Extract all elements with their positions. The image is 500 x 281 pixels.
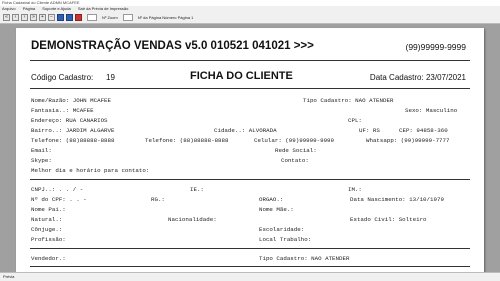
status-text: Prévia <box>3 274 15 279</box>
field-skype: Skype: <box>31 157 52 164</box>
field-cpf: Nº do CPF: . . - <box>31 196 87 203</box>
zoom-input[interactable] <box>87 14 97 21</box>
window-title: Ficha Cadastral do Cliente ADMN MCAFEE <box>2 0 80 5</box>
field-whatsapp: Whatsapp: (99)99999-7777 <box>366 137 450 144</box>
field-ie: IE.: <box>190 186 204 193</box>
field-uf: UF: RS <box>359 127 380 134</box>
menu-item-suporte[interactable]: Suporte e Ajuda <box>42 6 70 11</box>
field-cep: CEP: 94858-360 <box>399 127 448 134</box>
field-tipo: Tipo Cadastro: NAO ATENDER <box>303 97 394 104</box>
field-im: IM.: <box>348 186 362 193</box>
divider <box>30 248 470 249</box>
next-page-icon[interactable]: › <box>21 14 28 21</box>
last-page-icon[interactable]: » <box>30 14 37 21</box>
menu-item-pagina[interactable]: Página <box>23 6 35 11</box>
code-label: Código Cadastro: <box>31 73 94 82</box>
field-celular: Celular: (99)99999-9999 <box>254 137 335 144</box>
preview-viewport[interactable]: DEMONSTRAÇÃO VENDAS v5.0 010521 041021 >… <box>0 24 500 272</box>
field-rg: RG.: <box>151 196 165 203</box>
field-endereco: Endereço: RUA CANARIOS <box>31 117 108 124</box>
field-cidade: Cidade..: ALVORADA <box>214 127 277 134</box>
field-natural: Natural.: <box>31 216 63 223</box>
zoom-out-icon[interactable]: − <box>48 14 55 21</box>
report-page: DEMONSTRAÇÃO VENDAS v5.0 010521 041021 >… <box>16 28 484 272</box>
field-estado-civil: Estado Civil: Solteiro <box>350 216 427 223</box>
page-label: Nº da Página Número Página 1 <box>137 15 194 20</box>
divider <box>30 88 470 89</box>
divider <box>30 179 470 180</box>
menu-item-arquivo[interactable]: Arquivo <box>2 6 16 11</box>
field-cnpj: CNPJ..: . . / - <box>31 186 84 193</box>
zoom-label: Nº Zoom <box>102 15 118 20</box>
company-phone: (99)99999-9999 <box>405 42 467 52</box>
field-fantasia: Fantasia..: MCAFEE <box>31 107 94 114</box>
print-icon[interactable] <box>57 14 64 21</box>
save-icon[interactable] <box>66 14 73 21</box>
field-contato: Contato: <box>281 157 309 164</box>
field-bairro: Bairro..: JARDIM ALGARVE <box>31 127 115 134</box>
company-title: DEMONSTRAÇÃO VENDAS v5.0 010521 041021 >… <box>31 40 314 52</box>
first-page-icon[interactable]: « <box>3 14 10 21</box>
code-value: 19 <box>106 73 115 82</box>
field-conjuge: Cônjuge.: <box>31 226 63 233</box>
close-icon[interactable] <box>75 14 82 21</box>
page-input[interactable] <box>122 14 133 21</box>
divider <box>30 60 470 61</box>
divider <box>30 266 470 267</box>
field-cpl: CPL: <box>348 117 362 124</box>
field-telefone-2: Telefone: (88)88888-8888 <box>145 137 229 144</box>
field-profissao: Profissão: <box>31 236 66 243</box>
status-bar: Prévia <box>0 272 500 281</box>
field-escolaridade: Escolaridade: <box>259 226 305 233</box>
field-tipo-cadastro-2: Tipo Cadastro: NAO ATENDER <box>259 255 350 262</box>
field-nome: Nome/Razão: JOHN MCAFEE <box>31 97 112 104</box>
field-nacionalidade: Nacionalidade: <box>168 216 217 223</box>
field-email: Email: <box>31 147 52 154</box>
zoom-in-icon[interactable]: + <box>39 14 46 21</box>
field-telefone: Telefone: (88)88888-8888 <box>31 137 115 144</box>
field-sexo: Sexo: Masculino <box>405 107 458 114</box>
menu-item-sair[interactable]: Sair da Prévia de Impressão <box>78 6 128 11</box>
toolbar: « ‹ › » + − Nº Zoom Nº da Página Número … <box>0 12 500 24</box>
field-nascimento: Data Nascimento: 13/10/1979 <box>350 196 444 203</box>
field-orgao: ORGAO.: <box>259 196 284 203</box>
field-rede-social: Rede Social: <box>275 147 317 154</box>
field-vendedor: Vendedor.: <box>31 255 66 262</box>
field-nome-pai: Nome Pai.: <box>31 206 66 213</box>
form-title: FICHA DO CLIENTE <box>190 70 293 82</box>
field-nome-mae: Nome Mãe.: <box>259 206 294 213</box>
prev-page-icon[interactable]: ‹ <box>12 14 19 21</box>
field-melhor-contato: Melhor dia e horário para contato: <box>31 167 150 174</box>
registration-date: Data Cadastro: 23/07/2021 <box>369 73 466 82</box>
field-local-trabalho: Local Trabalho: <box>259 236 312 243</box>
